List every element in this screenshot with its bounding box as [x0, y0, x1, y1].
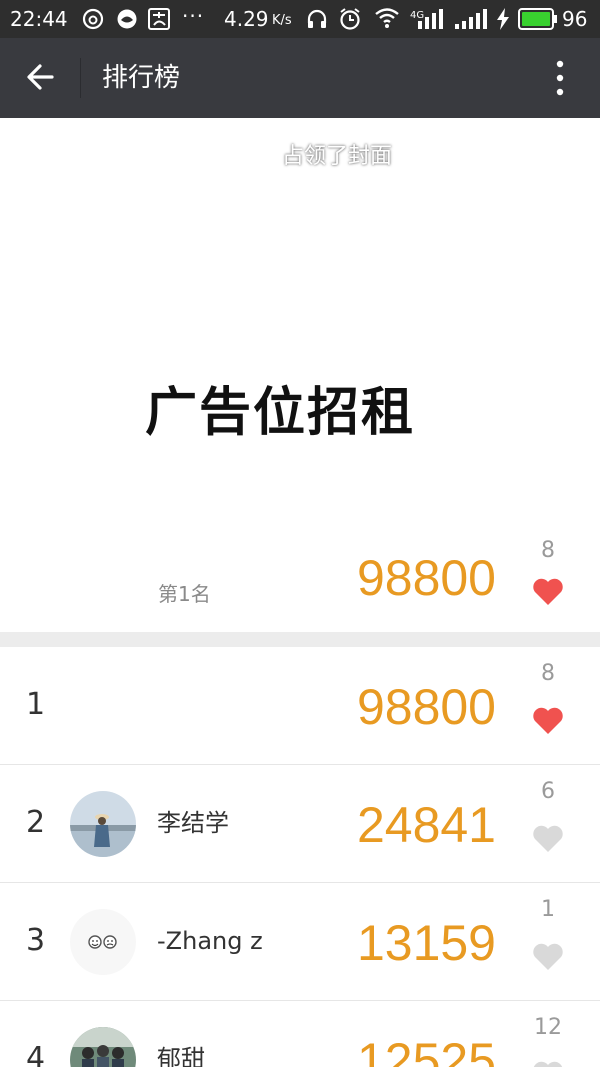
headphones-icon — [307, 9, 327, 28]
signal-icon-2 — [455, 9, 487, 29]
player-name: -Zhang z — [157, 927, 263, 955]
more-vertical-icon[interactable] — [548, 56, 572, 100]
avatar[interactable] — [70, 791, 136, 857]
signal-icon-1 — [418, 9, 443, 29]
heart-icon[interactable] — [532, 576, 564, 606]
charging-icon — [497, 8, 509, 30]
rank-number: 2 — [26, 805, 46, 840]
more-notifications-dots: ··· — [182, 4, 205, 28]
section-divider — [0, 632, 600, 647]
player-score: 98800 — [356, 679, 496, 735]
avatar[interactable] — [70, 1027, 136, 1067]
heart-icon[interactable] — [532, 705, 564, 735]
network-speed: 4.29 — [224, 7, 269, 31]
page-title: 排行榜 — [102, 63, 181, 93]
cover-score: 98800 — [356, 550, 496, 606]
heart-icon[interactable] — [532, 823, 564, 853]
cover-tag: 占领了封面 — [281, 144, 392, 169]
cover-banner[interactable]: 占领了封面 广告位招租 第1名 98800 8 — [0, 118, 600, 632]
rank-number: 3 — [26, 923, 46, 958]
cover-like-count: 8 — [541, 538, 555, 563]
wifi-icon — [375, 8, 399, 28]
alipay-icon — [148, 8, 170, 30]
alarm-icon — [340, 8, 360, 30]
heart-icon[interactable] — [532, 941, 564, 971]
like-count: 1 — [541, 897, 555, 922]
app-notification-icon — [117, 9, 137, 29]
netease-music-icon — [82, 8, 104, 30]
player-name: 郁甜 — [157, 1045, 205, 1067]
status-time: 22:44 — [10, 7, 68, 31]
cover-rank-label: 第1名 — [158, 582, 211, 606]
avatar[interactable] — [70, 909, 136, 975]
leaderboard-row[interactable]: 3 -Zhang z 13159 1 — [0, 883, 600, 1001]
player-score: 13159 — [356, 915, 496, 971]
leaderboard-row[interactable]: 1 98800 8 — [0, 647, 600, 765]
like-count: 12 — [534, 1015, 562, 1040]
leaderboard-row[interactable]: 4 郁甜 12525 12 — [0, 1001, 600, 1067]
rank-number: 4 — [26, 1041, 46, 1067]
leaderboard-row[interactable]: 2 李结学 24841 6 — [0, 765, 600, 883]
network-speed-unit: K/s — [272, 13, 292, 28]
heart-icon[interactable] — [532, 1059, 564, 1067]
battery-icon — [518, 8, 557, 30]
rank-number: 1 — [26, 687, 46, 722]
battery-level: 96 — [562, 7, 588, 31]
player-score: 12525 — [356, 1033, 496, 1067]
like-count: 8 — [541, 661, 555, 686]
ad-text: 广告位招租 — [145, 383, 416, 443]
arrow-left-icon[interactable] — [20, 56, 62, 98]
status-bar: 22:44 ··· 4.29 K/s 4G 96 — [0, 0, 600, 38]
app-bar-divider — [80, 58, 81, 98]
app-bar: 排行榜 — [0, 38, 600, 118]
player-name: 李结学 — [157, 809, 229, 837]
like-count: 6 — [541, 779, 555, 804]
player-score: 24841 — [356, 797, 496, 853]
